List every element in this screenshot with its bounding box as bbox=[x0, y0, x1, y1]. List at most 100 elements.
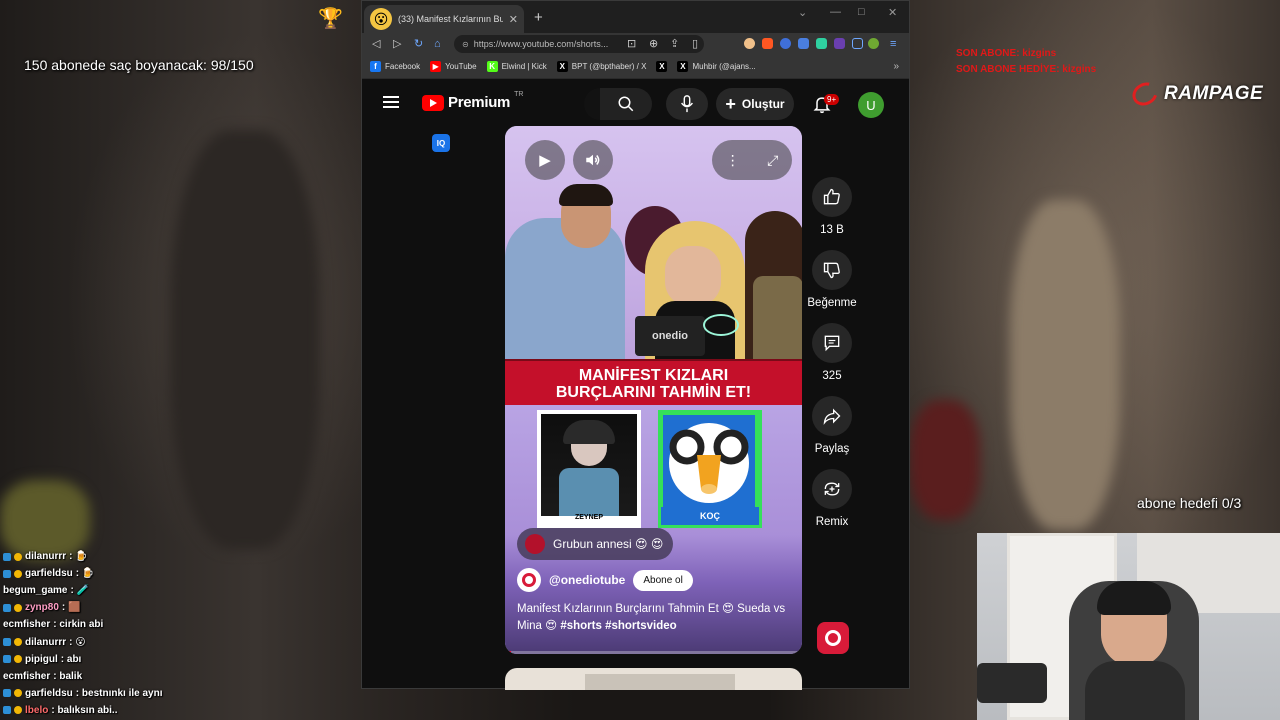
next-short-scene bbox=[585, 674, 735, 690]
tab-search-icon[interactable]: ⌄ bbox=[798, 6, 807, 19]
progress-bar[interactable] bbox=[505, 651, 802, 654]
new-tab-icon[interactable]: + bbox=[534, 9, 543, 26]
menu-icon[interactable]: ≡ bbox=[890, 37, 896, 51]
search-button[interactable] bbox=[600, 88, 652, 120]
close-window-icon[interactable]: ✕ bbox=[888, 6, 897, 19]
plus-icon: + bbox=[725, 94, 736, 114]
extension-5-icon[interactable] bbox=[834, 38, 845, 49]
lips-neon-sign bbox=[703, 314, 739, 336]
account-avatar[interactable]: U bbox=[858, 92, 884, 118]
bookmark-label: YouTube bbox=[445, 62, 477, 71]
reload-icon[interactable]: ↻ bbox=[414, 37, 423, 51]
extensions-puzzle-icon[interactable] bbox=[798, 38, 809, 49]
chat-badge-icon bbox=[3, 655, 11, 664]
progress-fill bbox=[505, 651, 511, 654]
bookmark-item[interactable]: ▶ YouTube bbox=[430, 61, 477, 72]
address-bar[interactable]: ⊝ https://www.youtube.com/shorts... bbox=[454, 35, 704, 53]
install-icon[interactable]: ⊡ bbox=[627, 37, 636, 51]
chat-username: ecmfisher bbox=[3, 619, 51, 631]
chat-username: pipigul bbox=[25, 653, 58, 665]
chat-badge-icon bbox=[3, 706, 11, 715]
home-icon[interactable]: ⌂ bbox=[434, 37, 441, 51]
play-button[interactable]: ▶ bbox=[525, 140, 565, 180]
chat-message: lbelo: balıksın abi.. bbox=[0, 702, 360, 719]
voice-search-button[interactable] bbox=[666, 88, 708, 120]
close-tab-icon[interactable]: ✕ bbox=[509, 13, 518, 26]
remix-button[interactable] bbox=[812, 469, 852, 509]
back-icon[interactable]: ◁ bbox=[372, 37, 380, 51]
profile-icon[interactable] bbox=[868, 38, 879, 49]
zeynep-photo bbox=[541, 414, 637, 516]
bookmark-label: Facebook bbox=[385, 62, 421, 71]
create-button[interactable]: + Oluştur bbox=[716, 88, 794, 120]
share-icon bbox=[823, 408, 841, 425]
chat-text: : 😮 bbox=[69, 636, 86, 648]
comment-action: 325 bbox=[807, 323, 857, 382]
like-action: 13 B bbox=[807, 177, 857, 236]
bookmark-item[interactable]: X BPT (@bpthaber) / X bbox=[556, 61, 647, 72]
tab-title: (33) Manifest Kızlarının Burçlarını bbox=[398, 14, 503, 24]
comment-pill[interactable]: Grubun annesi 😍 😍 bbox=[517, 528, 674, 560]
chat-text: : cirkin abi bbox=[53, 619, 104, 631]
ram-icon bbox=[669, 423, 749, 503]
volume-button[interactable] bbox=[573, 140, 613, 180]
channel-handle[interactable]: @onediotube bbox=[549, 573, 625, 587]
hamburger-menu-icon[interactable] bbox=[383, 96, 399, 108]
video-caption[interactable]: Manifest Kızlarının Burçlarını Tahmin Et… bbox=[517, 601, 787, 635]
iq-extension-icon[interactable]: IQ bbox=[432, 134, 450, 152]
extension-1-icon[interactable] bbox=[744, 38, 755, 49]
webcam-feed bbox=[977, 533, 1280, 720]
comments-button[interactable] bbox=[812, 323, 852, 363]
share-action: Paylaş bbox=[807, 396, 857, 455]
chat-username: lbelo bbox=[25, 704, 49, 716]
zoom-icon[interactable]: ⊕ bbox=[649, 37, 658, 51]
caption-hashtags[interactable]: #shorts #shortsvideo bbox=[560, 620, 676, 632]
region-code: TR bbox=[514, 91, 524, 98]
share-page-icon[interactable]: ⇪ bbox=[670, 37, 679, 51]
volume-icon bbox=[586, 154, 600, 166]
koc-card: KOÇ bbox=[658, 410, 762, 528]
chat-badge-icon bbox=[3, 552, 11, 561]
forward-icon[interactable]: ▷ bbox=[393, 37, 401, 51]
chat-username: dilanurrr bbox=[25, 636, 67, 648]
more-options-icon[interactable]: ⋮ bbox=[726, 152, 740, 169]
remix-label: Remix bbox=[815, 516, 849, 528]
stream-chat: dilanurrr: 🍺 garfieldsu: 🍺 begum_game: 🧪 zy… bbox=[0, 548, 360, 719]
tab-bar: 😮 (33) Manifest Kızlarının Burçlarını ✕ … bbox=[362, 1, 909, 33]
maximize-icon[interactable]: □ bbox=[858, 6, 865, 18]
extension-3-icon[interactable] bbox=[780, 38, 791, 49]
minimize-icon[interactable]: — bbox=[830, 6, 841, 18]
site-info-icon[interactable]: ⊝ bbox=[462, 40, 469, 49]
share-button[interactable] bbox=[812, 396, 852, 436]
subscribe-button[interactable]: Abone ol bbox=[633, 569, 693, 591]
youtube-premium-logo[interactable]: Premium TR bbox=[422, 91, 524, 111]
channel-row: @onediotube Abone ol bbox=[517, 568, 693, 592]
bookmark-label: BPT (@bpthaber) / X bbox=[571, 62, 647, 71]
bookmark-item[interactable]: K Elwind | Kick bbox=[486, 61, 547, 72]
bookmark-item[interactable]: f Facebook bbox=[370, 61, 420, 72]
extension-2-icon[interactable] bbox=[762, 38, 773, 49]
extension-4-icon[interactable] bbox=[816, 38, 827, 49]
more-bookmarks-icon[interactable]: » bbox=[893, 61, 899, 72]
channel-avatar[interactable] bbox=[517, 568, 541, 592]
man-figure bbox=[505, 218, 625, 359]
like-button[interactable] bbox=[812, 177, 852, 217]
audio-channel-thumbnail[interactable] bbox=[817, 622, 849, 654]
active-tab[interactable]: 😮 (33) Manifest Kızlarının Burçlarını ✕ bbox=[364, 5, 524, 33]
create-label: Oluştur bbox=[741, 97, 785, 111]
bookmarks-bar: f Facebook ▶ YouTube K Elwind | Kick X BPT (@bp… bbox=[362, 55, 909, 79]
zeynep-hair bbox=[563, 420, 615, 444]
bookmark-favicon-icon: X bbox=[656, 61, 668, 72]
chat-message: garfieldsu: 🍺 bbox=[0, 565, 360, 582]
side-panel-icon[interactable] bbox=[852, 38, 863, 49]
bookmark-item[interactable]: X Muhbir (@ajans... bbox=[677, 61, 756, 72]
dislike-button[interactable] bbox=[812, 250, 852, 290]
zeynep-card: ZEYNEP bbox=[537, 410, 641, 528]
fullscreen-icon[interactable]: ⤢ bbox=[767, 152, 778, 169]
short-video-player[interactable]: onedio MANİFEST KIZLARI BURÇLARINI TAHMİ… bbox=[505, 126, 802, 654]
bookmark-item[interactable]: X bbox=[656, 61, 668, 72]
next-short-preview[interactable] bbox=[505, 668, 802, 690]
bookmark-icon[interactable]: ▯ bbox=[692, 37, 698, 51]
tab-favicon-icon: 😮 bbox=[370, 8, 392, 30]
chat-badge-icon bbox=[3, 569, 11, 578]
